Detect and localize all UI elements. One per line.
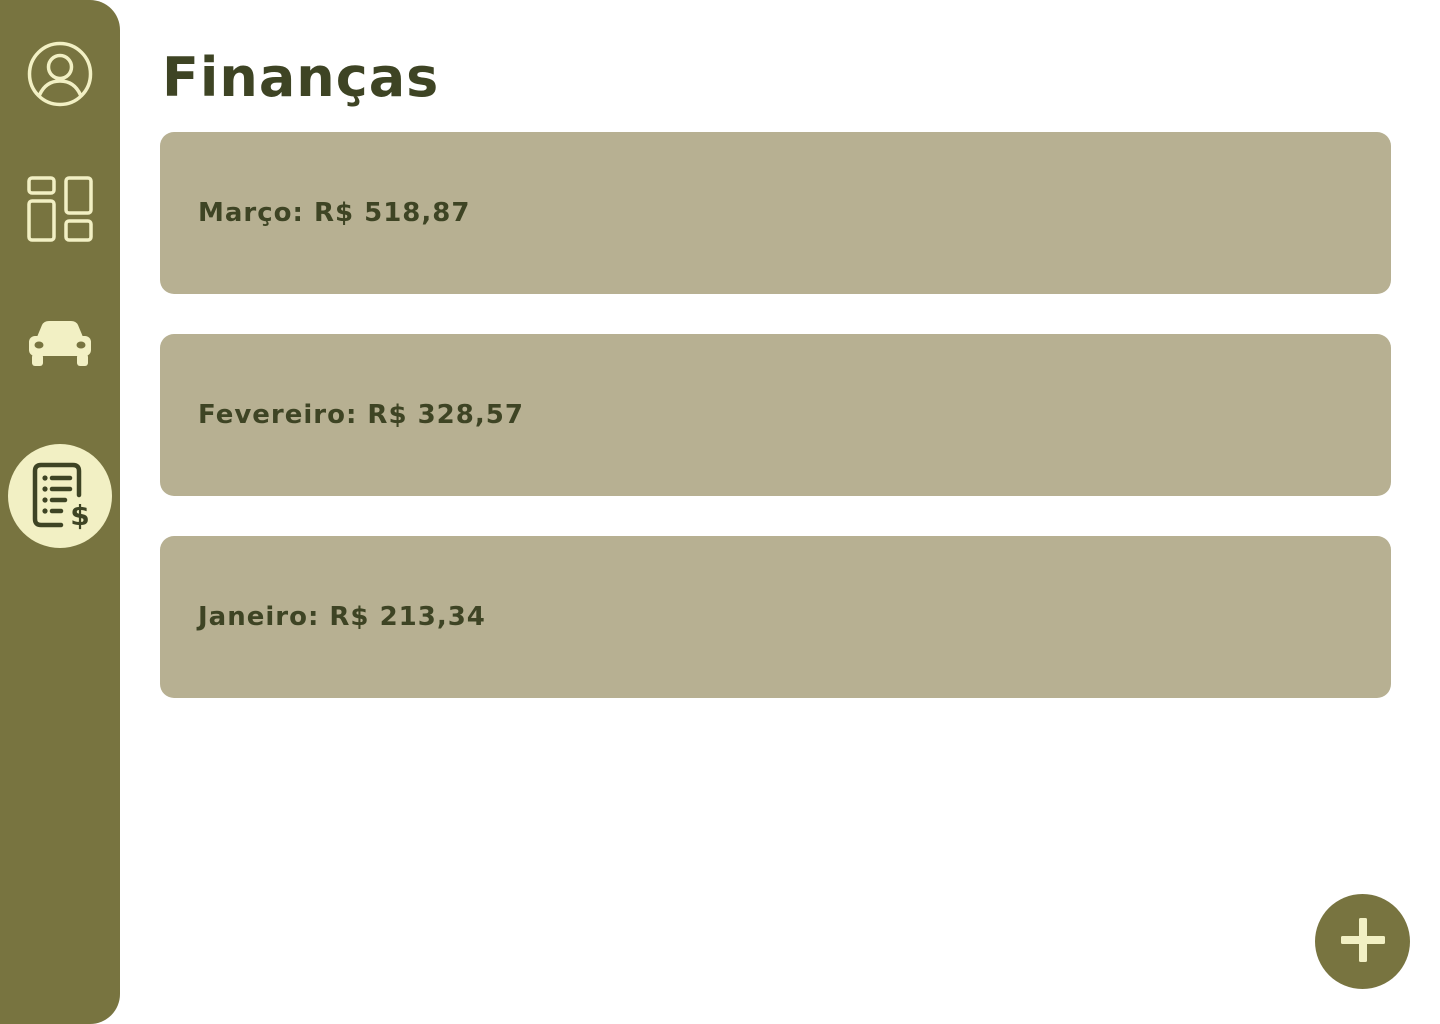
svg-text:$: $	[70, 499, 89, 531]
page-title: Finanças	[162, 46, 440, 109]
user-profile-icon	[27, 41, 93, 107]
add-entry-button[interactable]	[1315, 894, 1410, 989]
nav-finances[interactable]: $	[8, 444, 112, 548]
nav-dashboard[interactable]	[8, 157, 112, 261]
finance-entry-text: Fevereiro: R$ 328,57	[198, 400, 524, 430]
finance-document-icon: $	[29, 461, 91, 531]
nav-vehicles[interactable]	[8, 292, 112, 396]
plus-icon	[1339, 916, 1387, 968]
sidebar: $	[0, 0, 120, 1024]
finance-entry-card[interactable]: Março: R$ 518,87	[160, 132, 1391, 294]
finance-entry-text: Março: R$ 518,87	[198, 198, 471, 228]
finance-entry-card[interactable]: Fevereiro: R$ 328,57	[160, 334, 1391, 496]
nav-profile[interactable]	[8, 22, 112, 126]
car-icon	[27, 319, 93, 369]
finance-entry-text: Janeiro: R$ 213,34	[198, 602, 486, 632]
finance-entry-card[interactable]: Janeiro: R$ 213,34	[160, 536, 1391, 698]
dashboard-icon	[27, 176, 93, 242]
